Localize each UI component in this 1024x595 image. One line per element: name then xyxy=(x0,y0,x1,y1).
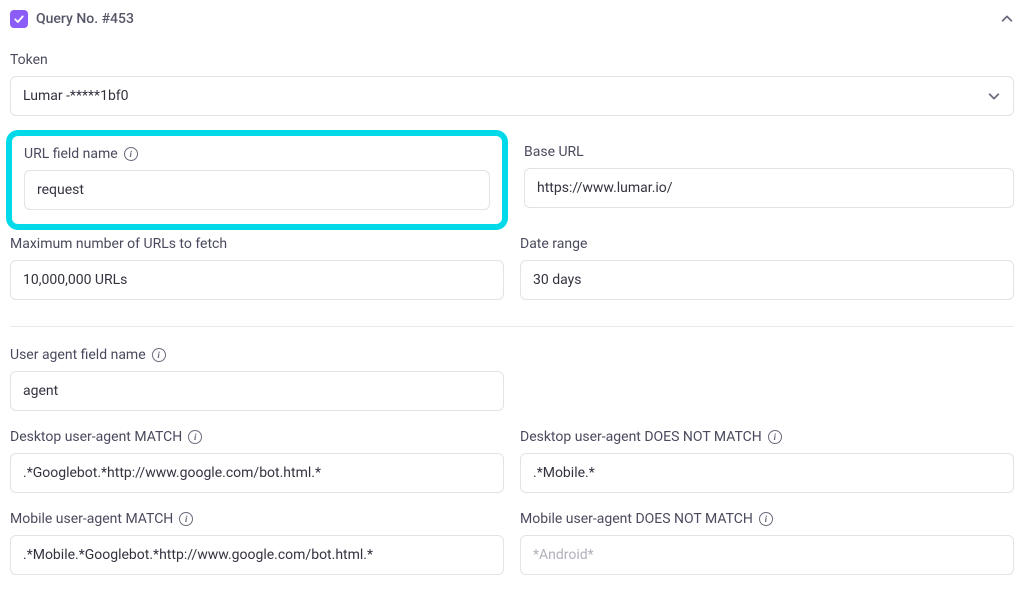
date-range-input[interactable] xyxy=(520,260,1014,300)
desktop-ua-match-label: Desktop user-agent MATCH i xyxy=(10,429,504,445)
chevron-down-icon xyxy=(987,89,1001,103)
token-label: Token xyxy=(10,52,1014,68)
max-urls-label: Maximum number of URLs to fetch xyxy=(10,236,504,252)
info-icon[interactable]: i xyxy=(759,512,773,526)
info-icon[interactable]: i xyxy=(179,512,193,526)
info-icon[interactable]: i xyxy=(124,147,138,161)
url-field-name-input[interactable] xyxy=(24,170,490,210)
token-select[interactable]: Lumar -*****1bf0 xyxy=(10,76,1014,116)
collapse-toggle[interactable] xyxy=(1000,12,1014,26)
chevron-up-icon xyxy=(1000,12,1014,26)
desktop-ua-not-match-label: Desktop user-agent DOES NOT MATCH i xyxy=(520,429,1014,445)
url-field-name-label: URL field name i xyxy=(24,146,490,162)
desktop-ua-match-input[interactable] xyxy=(10,453,504,493)
token-value: Lumar -*****1bf0 xyxy=(23,88,129,104)
query-check-icon xyxy=(10,10,28,28)
max-urls-input[interactable] xyxy=(10,260,504,300)
base-url-label: Base URL xyxy=(524,144,1014,160)
section-divider xyxy=(10,326,1014,327)
url-field-name-highlight: URL field name i xyxy=(6,130,508,230)
desktop-ua-not-match-input[interactable] xyxy=(520,453,1014,493)
mobile-ua-not-match-input[interactable] xyxy=(520,535,1014,575)
date-range-label: Date range xyxy=(520,236,1014,252)
info-icon[interactable]: i xyxy=(152,348,166,362)
info-icon[interactable]: i xyxy=(188,430,202,444)
ua-field-name-label: User agent field name i xyxy=(10,347,504,363)
base-url-input[interactable] xyxy=(524,168,1014,208)
mobile-ua-match-input[interactable] xyxy=(10,535,504,575)
ua-field-name-input[interactable] xyxy=(10,371,504,411)
query-title: Query No. #453 xyxy=(36,11,134,27)
info-icon[interactable]: i xyxy=(768,430,782,444)
